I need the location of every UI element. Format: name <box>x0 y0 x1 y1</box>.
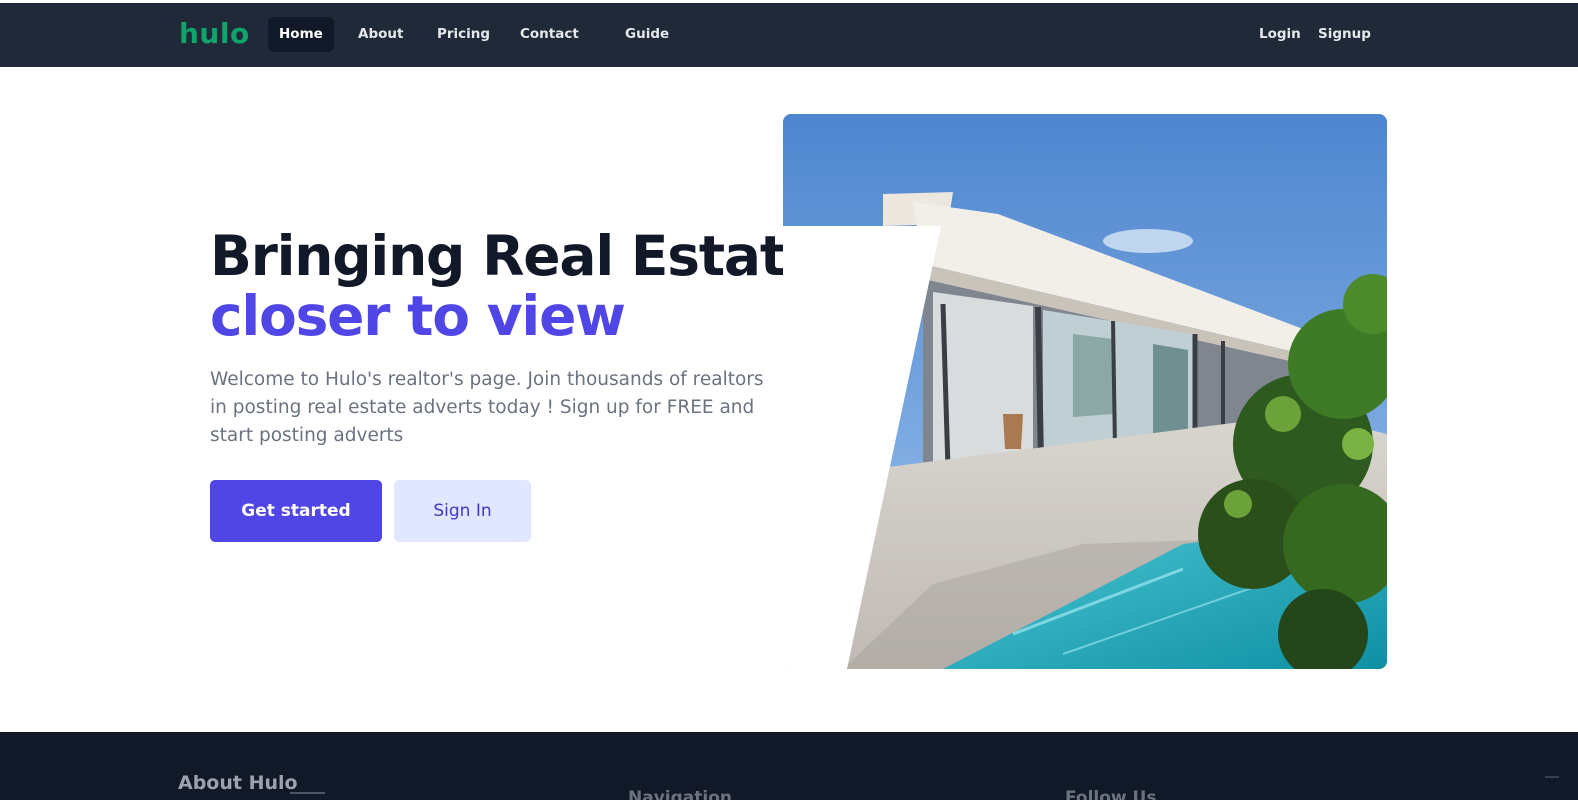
signup-link[interactable]: Signup <box>1307 17 1382 52</box>
login-link[interactable]: Login <box>1248 17 1312 52</box>
nav-link-contact[interactable]: Contact <box>509 17 590 52</box>
hero-description: Welcome to Hulo's realtor's page. Join t… <box>210 369 764 446</box>
hero-title-line1: Bringing Real Estate <box>210 224 822 288</box>
nav-link-pricing[interactable]: Pricing <box>426 17 501 52</box>
brand-logo[interactable]: hulo <box>179 17 250 50</box>
hero-house-image <box>783 114 1387 669</box>
nav-link-about[interactable]: About <box>347 17 414 52</box>
footer: About Hulo Navigation Follow Us <box>0 732 1578 800</box>
footer-title-underline <box>290 792 325 794</box>
nav-link-guide[interactable]: Guide <box>614 17 680 52</box>
footer-navigation-title: Navigation <box>628 788 732 800</box>
hero-title-line2: closer to view <box>210 284 626 348</box>
nav-link-home[interactable]: Home <box>268 17 334 52</box>
footer-about-title: About Hulo <box>178 772 298 794</box>
get-started-button[interactable]: Get started <box>210 480 382 542</box>
sign-in-button[interactable]: Sign In <box>394 480 531 542</box>
top-navbar: hulo Home About Pricing Contact Guide Lo… <box>0 3 1578 67</box>
footer-follow-title: Follow Us <box>1065 788 1157 800</box>
footer-divider <box>1545 776 1559 778</box>
hero-title: Bringing Real Estate closer to view <box>210 224 822 348</box>
